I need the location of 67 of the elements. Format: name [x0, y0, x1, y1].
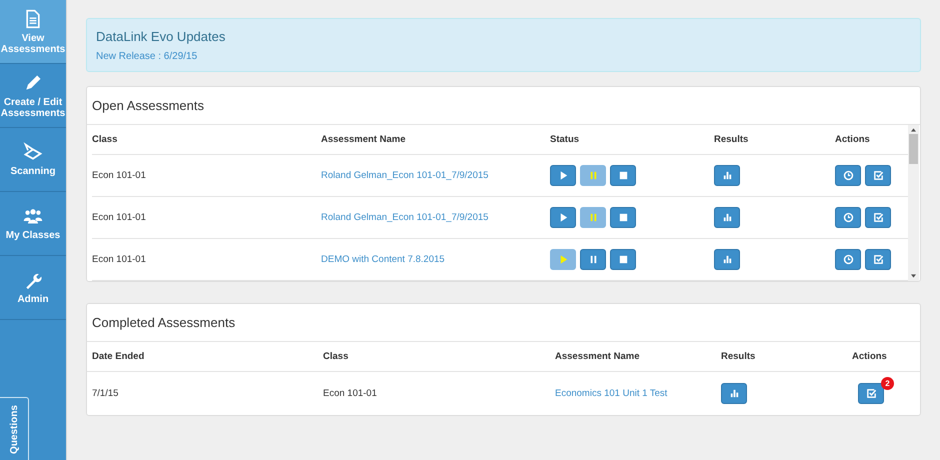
nav-item[interactable]: My Classes: [0, 192, 66, 256]
bar-chart-icon: [722, 254, 732, 265]
stop-button[interactable]: [610, 249, 636, 270]
questions-tab[interactable]: Questions: [0, 397, 29, 460]
scanner-icon: [23, 142, 43, 162]
bar-chart-icon: [728, 388, 740, 399]
bar-chart-icon: [722, 212, 732, 223]
card-title: Completed Assessments: [87, 304, 920, 342]
checkbox-icon: [872, 170, 884, 181]
column-header: Assessment Name: [321, 134, 406, 145]
card-title: Open Assessments: [87, 87, 920, 125]
assessment-link[interactable]: Roland Gelman_Econ 101-01_7/9/2015: [321, 212, 550, 223]
clock-icon: [842, 254, 854, 265]
scrollbar[interactable]: [908, 125, 919, 281]
scroll-down-icon[interactable]: [911, 274, 916, 278]
pause-button[interactable]: [580, 249, 606, 270]
grade-button[interactable]: [865, 249, 891, 270]
column-header: Actions: [851, 351, 888, 362]
play-button[interactable]: [550, 165, 576, 186]
release-note: New Release : 6/29/15: [96, 51, 198, 62]
results-button[interactable]: [714, 165, 740, 186]
assessment-link[interactable]: DEMO with Content 7.8.2015: [321, 254, 550, 265]
table-cell-text: 7/1/15: [92, 388, 120, 399]
column-header: Class: [323, 351, 350, 362]
results-button[interactable]: [714, 207, 740, 228]
checkbox-icon: [872, 212, 884, 223]
people-icon: [23, 206, 43, 226]
results-button[interactable]: [721, 383, 747, 404]
column-header: Actions: [835, 134, 871, 145]
table-cell-text: Econ 101-01: [92, 170, 147, 181]
history-button[interactable]: [835, 207, 861, 228]
play-button[interactable]: [550, 207, 576, 228]
stop-icon: [618, 212, 628, 223]
scrollbar-thumb[interactable]: [909, 134, 918, 164]
table-cell-text: Econ 101-01: [92, 254, 147, 265]
count-badge: 2: [881, 377, 894, 390]
nav-item[interactable]: Scanning: [0, 128, 66, 192]
stop-icon: [618, 254, 628, 265]
nav-item[interactable]: View Assessments: [0, 0, 66, 64]
bar-chart-icon: [722, 170, 732, 181]
table-cell-text: Econ 101-01: [323, 388, 378, 399]
column-header: Assessment Name: [555, 351, 640, 362]
grade-button[interactable]: [858, 383, 884, 404]
stop-button[interactable]: [610, 165, 636, 186]
column-header: Status: [550, 134, 580, 145]
clock-icon: [842, 170, 854, 181]
column-header: Results: [721, 351, 756, 362]
history-button[interactable]: [835, 165, 861, 186]
grade-button[interactable]: [865, 165, 891, 186]
nav-item[interactable]: Create / Edit Assessments: [0, 64, 66, 128]
stop-button[interactable]: [610, 207, 636, 228]
column-header: Results: [714, 134, 750, 145]
checkbox-icon: [866, 388, 876, 399]
history-button[interactable]: [835, 249, 861, 270]
assessment-link[interactable]: Roland Gelman_Econ 101-01_7/9/2015: [321, 170, 550, 181]
nav-item[interactable]: Admin: [0, 256, 66, 320]
column-header: Class: [92, 134, 118, 145]
grade-button[interactable]: [865, 207, 891, 228]
scroll-up-icon[interactable]: [911, 128, 916, 132]
updates-title: DataLink Evo Updates: [96, 29, 226, 44]
results-button[interactable]: [714, 249, 740, 270]
checkbox-icon: [872, 254, 884, 265]
clock-icon: [842, 212, 854, 223]
column-header: Date Ended: [92, 351, 146, 362]
table-cell-text: Econ 101-01: [92, 212, 147, 223]
assessment-link[interactable]: Economics 101 Unit 1 Test: [555, 388, 721, 399]
stop-icon: [618, 170, 628, 181]
